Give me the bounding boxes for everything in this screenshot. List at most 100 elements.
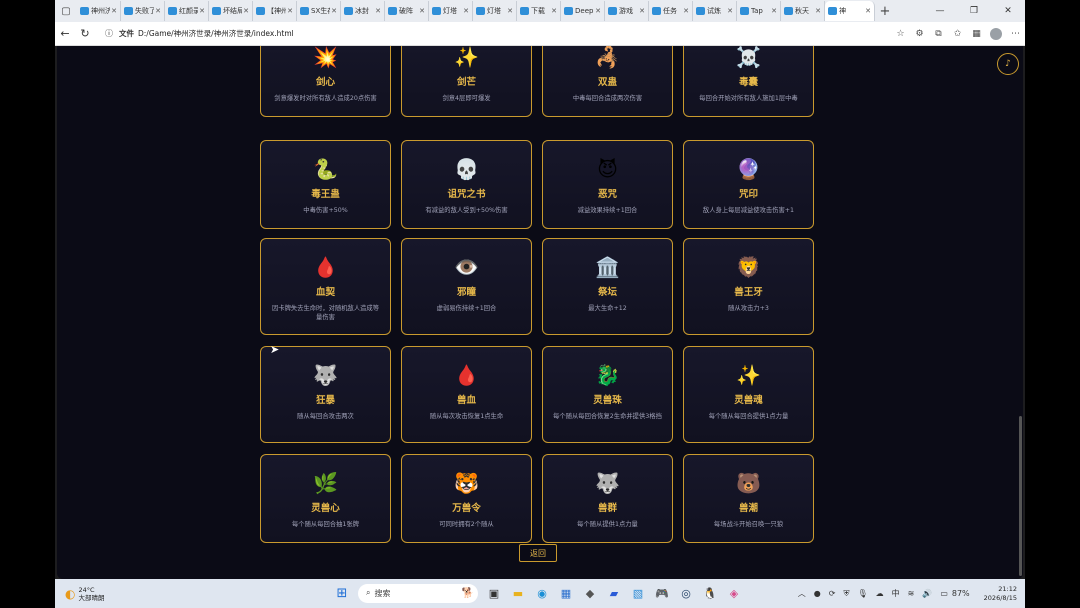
minimize-icon[interactable]: —: [923, 6, 957, 16]
relic-card[interactable]: 🐉 灵兽珠 每个随从每回合恢复2生命并提供3格挡: [542, 346, 673, 443]
refresh-icon[interactable]: ↻: [75, 27, 95, 40]
relic-card[interactable]: 🦁 兽王牙 随从攻击力+3: [683, 238, 814, 335]
browser-tab[interactable]: 破阵 ✕: [385, 1, 429, 21]
relic-card[interactable]: 🐺 兽群 每个随从提供1点力量: [542, 454, 673, 543]
relic-card[interactable]: 🐺 狂暴 随从每回合攻击两次: [260, 346, 391, 443]
tray-chevron-icon[interactable]: ︿: [798, 588, 806, 599]
tab-close-icon[interactable]: ✕: [595, 7, 601, 15]
volume-icon[interactable]: 🔊: [922, 589, 932, 598]
tab-title: 破阵: [399, 7, 413, 15]
browser-tab[interactable]: 试炼 ✕: [693, 1, 737, 21]
tab-close-icon[interactable]: ✕: [727, 7, 733, 15]
close-window-icon[interactable]: ✕: [991, 6, 1025, 16]
music-toggle-icon[interactable]: ♪: [997, 53, 1019, 75]
browser-tab[interactable]: 冰封 ✕: [341, 1, 385, 21]
app-photos-icon[interactable]: ▧: [628, 583, 648, 603]
tab-close-icon[interactable]: ✕: [551, 7, 557, 15]
app-cube-icon[interactable]: ◆: [580, 583, 600, 603]
relic-card[interactable]: ✨ 剑芒 剑意4层即可爆发: [401, 46, 532, 117]
tab-close-icon[interactable]: ✕: [463, 7, 469, 15]
browser-tab[interactable]: SX生存✕: [297, 1, 341, 21]
tab-close-icon[interactable]: ✕: [155, 7, 161, 15]
browser-tab[interactable]: 下载 ✕: [517, 1, 561, 21]
file-explorer-icon[interactable]: ▬: [508, 583, 528, 603]
relic-card[interactable]: 💀 诅咒之书 有减益的敌人受到+50%伤害: [401, 140, 532, 229]
relic-card[interactable]: 😈 恶咒 减益效果持续+1回合: [542, 140, 673, 229]
tab-close-icon[interactable]: ✕: [865, 7, 871, 15]
browser-tab[interactable]: 神 ✕: [825, 1, 875, 21]
favorite-star-icon[interactable]: ☆: [891, 29, 910, 39]
browser-tab[interactable]: 任务 ✕: [649, 1, 693, 21]
tray-shield-icon[interactable]: ⛨: [843, 589, 849, 599]
edge-icon[interactable]: ◉: [532, 583, 552, 603]
browser-tab[interactable]: 灯塔 ✕: [473, 1, 517, 21]
relic-card[interactable]: 🔮 咒印 敌人身上每层减益使攻击伤害+1: [683, 140, 814, 229]
battery-icon[interactable]: ▭: [940, 589, 948, 598]
tab-close-icon[interactable]: ✕: [287, 7, 293, 15]
tab-close-icon[interactable]: ✕: [419, 7, 425, 15]
tab-close-icon[interactable]: ✕: [507, 7, 513, 15]
browser-tab[interactable]: 失败了 ✕: [121, 1, 165, 21]
tray-sync-icon[interactable]: ⟳: [829, 589, 836, 598]
tab-close-icon[interactable]: ✕: [111, 7, 117, 15]
url-field[interactable]: ⓘ 文件 D:/Game/神州济世录/神州济世录/index.html: [99, 24, 889, 43]
extensions-icon[interactable]: ⚙: [910, 29, 929, 39]
favorites-icon[interactable]: ✩: [948, 29, 967, 39]
tab-close-icon[interactable]: ✕: [331, 7, 337, 15]
browser-tab[interactable]: Tap ✕: [737, 1, 781, 21]
browser-tab[interactable]: 红颜录 ✕: [165, 1, 209, 21]
tab-close-icon[interactable]: ✕: [639, 7, 645, 15]
relic-card[interactable]: ✨ 灵兽魂 每个随从每回合提供1点力量: [683, 346, 814, 443]
tray-mic-icon[interactable]: 🎙: [857, 589, 867, 598]
taskbar-search[interactable]: ⌕ 搜索 🐕: [358, 583, 478, 603]
tab-close-icon[interactable]: ✕: [199, 7, 205, 15]
browser-tab[interactable]: Deep ✕: [561, 1, 605, 21]
tab-close-icon[interactable]: ✕: [771, 7, 777, 15]
relic-card[interactable]: 🩸 兽血 随从每次攻击恢复1点生命: [401, 346, 532, 443]
browser-tab[interactable]: 【神州 ✕: [253, 1, 297, 21]
tab-close-icon[interactable]: ✕: [243, 7, 249, 15]
weather-widget[interactable]: ◐ 24°C 大部晴朗: [65, 586, 104, 602]
back-icon[interactable]: ←: [55, 27, 75, 40]
relic-card[interactable]: 🐍 毒王蛊 中毒伤害+50%: [260, 140, 391, 229]
app-editor-icon[interactable]: ▰: [604, 583, 624, 603]
app-game-icon[interactable]: 🎮: [652, 583, 672, 603]
start-icon[interactable]: ⊞: [332, 583, 352, 603]
tab-close-icon[interactable]: ✕: [683, 7, 689, 15]
relic-card[interactable]: 🐻 兽潮 每场战斗开始召唤一只狼: [683, 454, 814, 543]
window-menu-icon[interactable]: ▢: [55, 0, 77, 22]
relic-card[interactable]: 🌿 灵兽心 每个随从每回合抽1张牌: [260, 454, 391, 543]
restore-icon[interactable]: ❐: [957, 6, 991, 16]
relic-card[interactable]: 💥 剑心 剑意爆发时对所有敌人造成20点伤害: [260, 46, 391, 117]
tab-close-icon[interactable]: ✕: [815, 7, 821, 15]
clock[interactable]: 21:12 2026/8/15: [984, 585, 1017, 603]
relic-card[interactable]: 🩸 血契 因卡牌失去生命时，对随机敌人造成等量伤害: [260, 238, 391, 335]
wifi-icon[interactable]: ≋: [908, 589, 915, 598]
back-button[interactable]: 返回: [519, 544, 557, 562]
relic-card[interactable]: 👁️ 邪瞳 虚弱易伤持续+1回合: [401, 238, 532, 335]
browser-tab[interactable]: 灯塔 ✕: [429, 1, 473, 21]
relic-card[interactable]: 🏛️ 祭坛 最大生命+12: [542, 238, 673, 335]
app-pink-icon[interactable]: ◈: [724, 583, 744, 603]
task-view-icon[interactable]: ▣: [484, 583, 504, 603]
browser-tab[interactable]: 游戏 ✕: [605, 1, 649, 21]
split-screen-icon[interactable]: ⧉: [929, 29, 948, 39]
scrollbar[interactable]: [1019, 416, 1022, 576]
tray-app-icon[interactable]: ●: [814, 589, 821, 598]
relic-card[interactable]: 🦂 双蛊 中毒每回合造成两次伤害: [542, 46, 673, 117]
store-icon[interactable]: ▦: [556, 583, 576, 603]
qq-icon[interactable]: 🐧: [700, 583, 720, 603]
collections-icon[interactable]: ▦: [967, 29, 986, 39]
steam-icon[interactable]: ◎: [676, 583, 696, 603]
more-menu-icon[interactable]: ⋯: [1006, 29, 1025, 39]
relic-card[interactable]: ☠️ 毒囊 每回合开始对所有敌人施加1层中毒: [683, 46, 814, 117]
browser-tab[interactable]: 秋天 ✕: [781, 1, 825, 21]
new-tab-button[interactable]: +: [875, 4, 895, 19]
tray-ime-icon[interactable]: 中: [892, 588, 900, 599]
tray-cloud-icon[interactable]: ☁: [876, 589, 884, 598]
relic-card[interactable]: 🐯 万兽令 可同时拥有2个随从: [401, 454, 532, 543]
browser-tab[interactable]: 神州济世录✕: [77, 1, 121, 21]
tab-close-icon[interactable]: ✕: [375, 7, 381, 15]
profile-avatar[interactable]: [990, 27, 1002, 40]
browser-tab[interactable]: 坏结局 ✕: [209, 1, 253, 21]
